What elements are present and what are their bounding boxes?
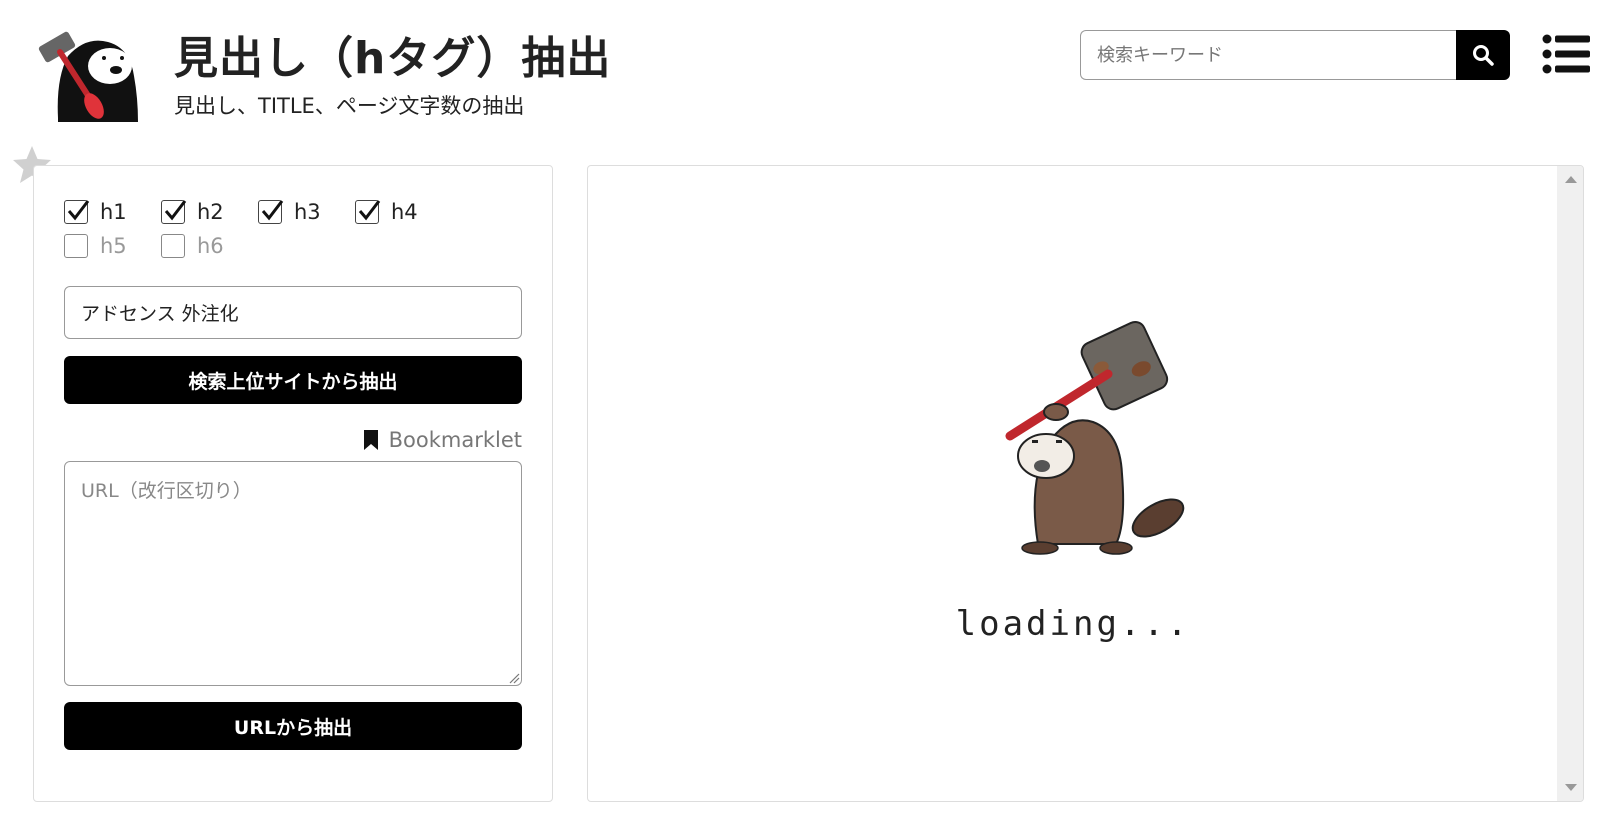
checkmark-icon xyxy=(261,200,284,221)
results-scrollbar[interactable] xyxy=(1557,166,1583,801)
extract-form-panel: h1 h2 h3 h4 h5 h6 アドセンス 外注化 検索上位サイトから抽出 … xyxy=(33,165,553,802)
checkmark-icon xyxy=(358,200,381,221)
checkbox-label: h1 xyxy=(100,200,127,224)
scroll-up-arrow-icon[interactable] xyxy=(1565,176,1577,183)
bookmarklet-link[interactable]: Bookmarklet xyxy=(363,428,522,452)
checkbox-box[interactable] xyxy=(161,234,185,258)
extract-from-url-button[interactable]: URLから抽出 xyxy=(64,702,522,750)
otter-with-hammer-illustration xyxy=(1005,320,1185,555)
checkbox-box[interactable] xyxy=(64,234,88,258)
results-panel: loading... xyxy=(587,165,1584,802)
page-subtitle: 見出し、TITLE、ページ文字数の抽出 xyxy=(174,94,525,118)
keyword-input[interactable] xyxy=(64,286,522,339)
checkbox-h6[interactable]: h6 xyxy=(161,234,258,258)
checkbox-label: h4 xyxy=(391,200,418,224)
checkbox-h4[interactable]: h4 xyxy=(355,200,452,224)
checkbox-box[interactable] xyxy=(161,200,187,224)
search-input[interactable] xyxy=(1080,30,1456,80)
checkmark-icon xyxy=(67,200,90,221)
url-textarea[interactable] xyxy=(64,461,522,686)
heading-level-checkboxes: h1 h2 h3 h4 h5 h6 xyxy=(64,200,534,258)
page-title: 見出し（hタグ）抽出 xyxy=(174,33,612,84)
checkbox-label: h6 xyxy=(197,234,224,258)
checkbox-label: h5 xyxy=(100,234,127,258)
search-button[interactable] xyxy=(1456,30,1510,80)
scroll-down-arrow-icon[interactable] xyxy=(1565,784,1577,791)
checkbox-label: h3 xyxy=(294,200,321,224)
checkbox-label: h2 xyxy=(197,200,224,224)
bookmarklet-label: Bookmarklet xyxy=(388,428,522,452)
extract-from-search-button[interactable]: 検索上位サイトから抽出 xyxy=(64,356,522,404)
bookmark-icon xyxy=(363,430,378,450)
checkbox-h5[interactable]: h5 xyxy=(64,234,161,258)
header-search xyxy=(1080,30,1510,80)
resize-grip-icon[interactable] xyxy=(508,672,520,684)
list-menu-icon[interactable] xyxy=(1542,34,1590,74)
search-icon xyxy=(1473,45,1494,66)
checkbox-h1[interactable]: h1 xyxy=(64,200,161,224)
checkbox-box[interactable] xyxy=(355,200,381,224)
checkbox-h3[interactable]: h3 xyxy=(258,200,355,224)
checkmark-icon xyxy=(164,200,187,221)
loading-text: loading... xyxy=(955,604,1191,644)
checkbox-box[interactable] xyxy=(258,200,284,224)
checkbox-box[interactable] xyxy=(64,200,90,224)
checkbox-h2[interactable]: h2 xyxy=(161,200,258,224)
otter-logo[interactable] xyxy=(38,18,150,128)
